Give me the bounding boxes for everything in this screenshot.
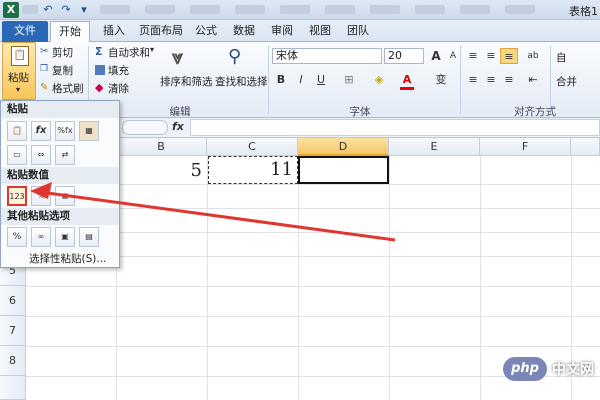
watermark: php 中文网	[503, 356, 594, 382]
watermark-site-text: 中文网	[552, 362, 594, 378]
arrow-shaft	[39, 190, 396, 242]
arrow-head	[30, 182, 52, 199]
php-logo: php	[503, 357, 547, 381]
annotation-arrow	[30, 182, 396, 242]
